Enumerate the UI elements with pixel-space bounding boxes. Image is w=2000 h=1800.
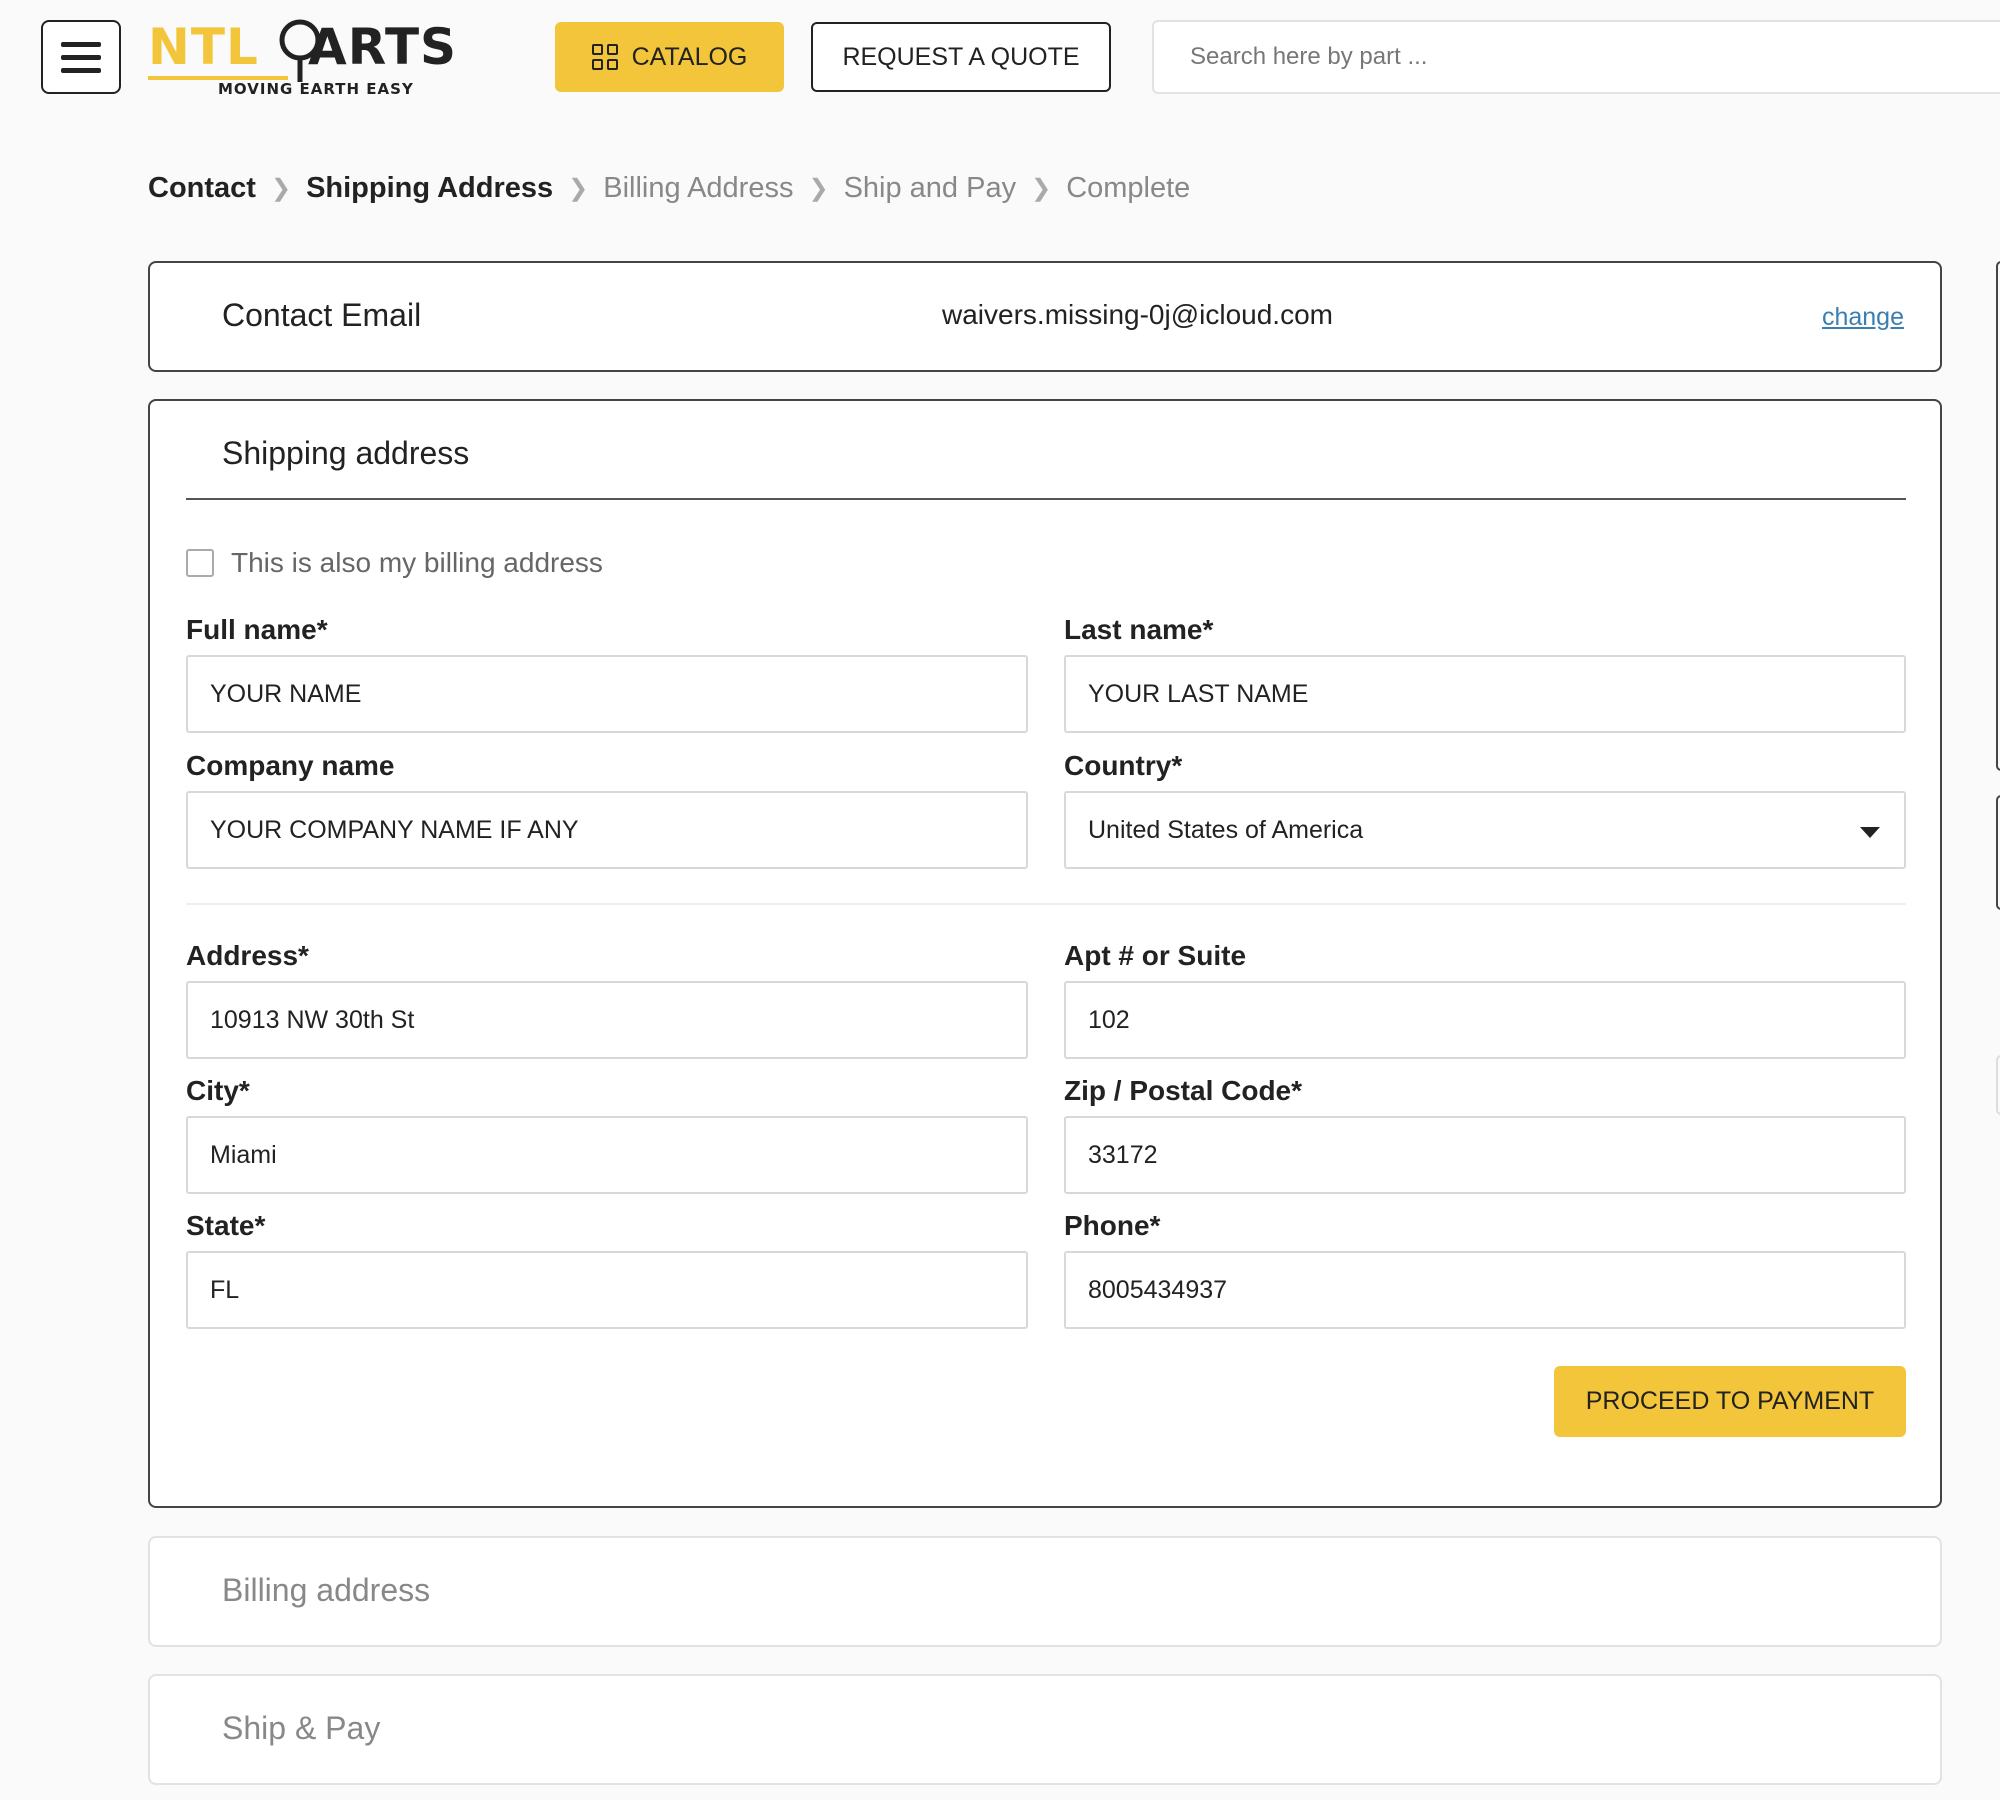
chevron-right-icon: ❯	[808, 175, 829, 202]
city-input[interactable]: Miami	[186, 1116, 1028, 1194]
address-label: Address*	[186, 940, 309, 971]
catalog-button[interactable]: CATALOG	[555, 22, 784, 92]
request-quote-button[interactable]: REQUEST A QUOTE	[811, 22, 1111, 92]
billing-address-panel[interactable]: Billing address	[148, 1536, 1942, 1647]
ship-pay-title: Ship & Pay	[222, 1710, 381, 1746]
zip-value: 33172	[1088, 1140, 1158, 1169]
last-name-input[interactable]: YOUR LAST NAME	[1064, 655, 1906, 733]
billing-same-label: This is also my billing address	[231, 547, 603, 578]
breadcrumb: Contact ❯ Shipping Address ❯ Billing Add…	[148, 172, 1190, 205]
billing-same-checkbox[interactable]	[186, 549, 214, 577]
apt-suite-value: 102	[1088, 1005, 1130, 1034]
country-select[interactable]: United States of America	[1064, 791, 1906, 869]
phone-value: 8005434937	[1088, 1275, 1228, 1304]
address-divider	[186, 903, 1906, 905]
company-name-value: YOUR COMPANY NAME IF ANY	[210, 815, 579, 844]
full-name-value: YOUR NAME	[210, 679, 362, 708]
chevron-right-icon: ❯	[1031, 175, 1052, 202]
order-summary-panel-edge	[1996, 261, 2000, 771]
ship-pay-panel[interactable]: Ship & Pay	[148, 1674, 1942, 1785]
phone-label: Phone*	[1064, 1210, 1161, 1241]
logo-tagline: MOVING EARTH EASY	[218, 80, 414, 98]
city-label: City*	[186, 1075, 250, 1106]
catalog-label: CATALOG	[631, 42, 748, 71]
breadcrumb-complete: Complete	[1066, 172, 1191, 204]
breadcrumb-billing-address: Billing Address	[603, 172, 794, 204]
shipping-address-title: Shipping address	[222, 435, 470, 471]
country-label: Country*	[1064, 750, 1183, 781]
shipping-divider	[186, 498, 1906, 500]
breadcrumb-ship-and-pay: Ship and Pay	[843, 172, 1017, 204]
logo-brand-right: ARTS	[308, 18, 458, 76]
address-value: 10913 NW 30th St	[210, 1005, 415, 1034]
country-value: United States of America	[1088, 815, 1364, 844]
state-value: FL	[210, 1275, 240, 1304]
full-name-label: Full name*	[186, 614, 328, 645]
chevron-right-icon: ❯	[568, 175, 589, 202]
state-label: State*	[186, 1210, 266, 1241]
change-email-link[interactable]: change	[1822, 303, 1904, 332]
chevron-right-icon: ❯	[270, 175, 292, 202]
top-bar: NTL ARTS MOVING EARTH EASY CATALOG REQUE…	[0, 0, 2000, 115]
phone-input[interactable]: 8005434937	[1064, 1251, 1906, 1329]
company-name-label: Company name	[186, 750, 395, 781]
caret-down-icon	[1860, 827, 1880, 838]
apt-suite-input[interactable]: 102	[1064, 981, 1906, 1059]
last-name-value: YOUR LAST NAME	[1088, 679, 1309, 708]
billing-same-checkbox-row[interactable]: This is also my billing address	[186, 547, 603, 579]
full-name-input[interactable]: YOUR NAME	[186, 655, 1028, 733]
last-name-label: Last name*	[1064, 614, 1214, 645]
zip-label: Zip / Postal Code*	[1064, 1075, 1303, 1106]
logo[interactable]: NTL ARTS MOVING EARTH EASY	[148, 18, 493, 98]
company-name-input[interactable]: YOUR COMPANY NAME IF ANY	[186, 791, 1028, 869]
proceed-to-payment-button[interactable]: PROCEED TO PAYMENT	[1554, 1366, 1906, 1437]
zip-input[interactable]: 33172	[1064, 1116, 1906, 1194]
summary-input-edge	[1996, 1055, 2000, 1115]
contact-email-value: waivers.missing-0j@icloud.com	[942, 299, 1333, 330]
proceed-to-payment-label: PROCEED TO PAYMENT	[1585, 1387, 1875, 1415]
shipping-address-panel: Shipping address This is also my billing…	[148, 399, 1942, 1508]
breadcrumb-contact[interactable]: Contact	[148, 172, 256, 205]
address-input[interactable]: 10913 NW 30th St	[186, 981, 1028, 1059]
apt-suite-label: Apt # or Suite	[1064, 940, 1247, 971]
billing-address-title: Billing address	[222, 1572, 431, 1608]
logo-brand-left: NTL	[148, 18, 259, 76]
grid-icon	[591, 44, 618, 70]
summary-panel-edge	[1996, 795, 2000, 910]
contact-email-panel: Contact Email waivers.missing-0j@icloud.…	[148, 261, 1942, 372]
request-quote-label: REQUEST A QUOTE	[842, 42, 1080, 71]
contact-email-label: Contact Email	[222, 297, 422, 333]
breadcrumb-shipping-address[interactable]: Shipping Address	[306, 172, 553, 205]
city-value: Miami	[210, 1140, 277, 1169]
hamburger-menu-icon[interactable]	[41, 20, 121, 94]
search-input[interactable]	[1152, 20, 2000, 94]
state-input[interactable]: FL	[186, 1251, 1028, 1329]
